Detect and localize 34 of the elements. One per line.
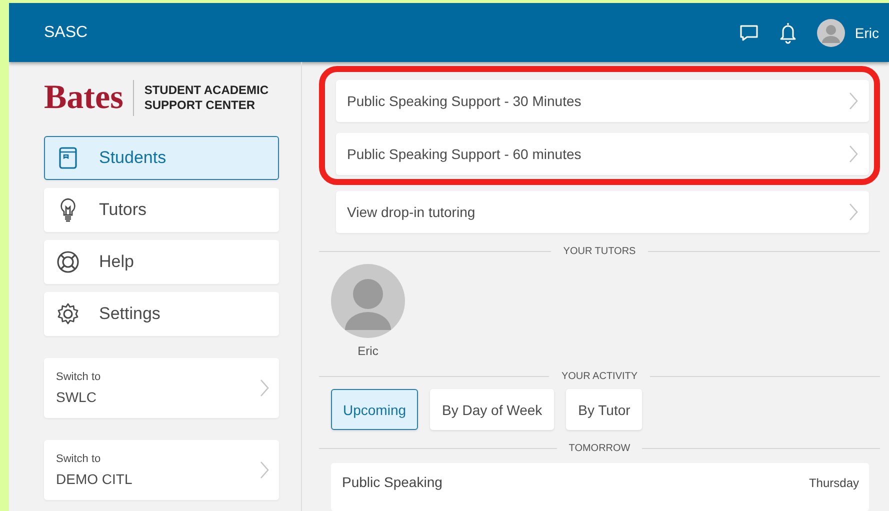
sidebar-item[interactable]: Help — [44, 240, 279, 284]
settings-icon — [57, 303, 79, 325]
chevron-right-icon — [849, 145, 858, 163]
book-icon — [57, 147, 79, 169]
chevron-right-icon — [849, 92, 858, 110]
chevron-right-icon — [260, 461, 269, 479]
section-heading: TOMORROW — [568, 443, 630, 454]
app-title: SASC — [44, 24, 88, 42]
section-heading: YOUR TUTORS — [563, 246, 636, 257]
session-day: Thursday — [808, 475, 859, 491]
chat-icon[interactable] — [738, 24, 759, 42]
chevron-right-icon — [849, 203, 858, 221]
switch-card[interactable]: Switch to DEMO CITL — [44, 440, 279, 500]
booking-option[interactable]: Public Speaking Support - 60 minutes — [336, 133, 869, 175]
user-name[interactable]: Eric — [854, 24, 879, 40]
tutor-name: Eric — [358, 344, 378, 358]
activity-tab[interactable]: By Day of Week — [430, 389, 554, 430]
lifebuoy-icon — [57, 251, 79, 273]
user-avatar[interactable] — [816, 18, 845, 46]
activity-tab[interactable]: By Tutor — [566, 389, 642, 430]
activity-tab[interactable]: Upcoming — [331, 389, 418, 430]
switch-card[interactable]: Switch to SWLC — [44, 358, 279, 418]
sidebar-item[interactable]: Students — [44, 136, 279, 180]
bell-icon[interactable] — [778, 22, 797, 44]
sidebar-item[interactable]: Tutors — [44, 188, 279, 232]
logo-subtitle: STUDENT ACADEMIC SUPPORT CENTER — [144, 83, 269, 113]
session-card[interactable]: Public Speaking Thursday — [331, 463, 869, 511]
sidebar-item[interactable]: Settings — [44, 292, 279, 336]
logo-wordmark: Bates — [44, 80, 134, 116]
session-title: Public Speaking — [342, 473, 442, 491]
booking-option[interactable]: View drop-in tutoring — [336, 191, 869, 233]
chevron-right-icon — [260, 379, 269, 397]
booking-option[interactable]: Public Speaking Support - 30 Minutes — [336, 80, 869, 122]
section-heading: YOUR ACTIVITY — [561, 371, 638, 382]
